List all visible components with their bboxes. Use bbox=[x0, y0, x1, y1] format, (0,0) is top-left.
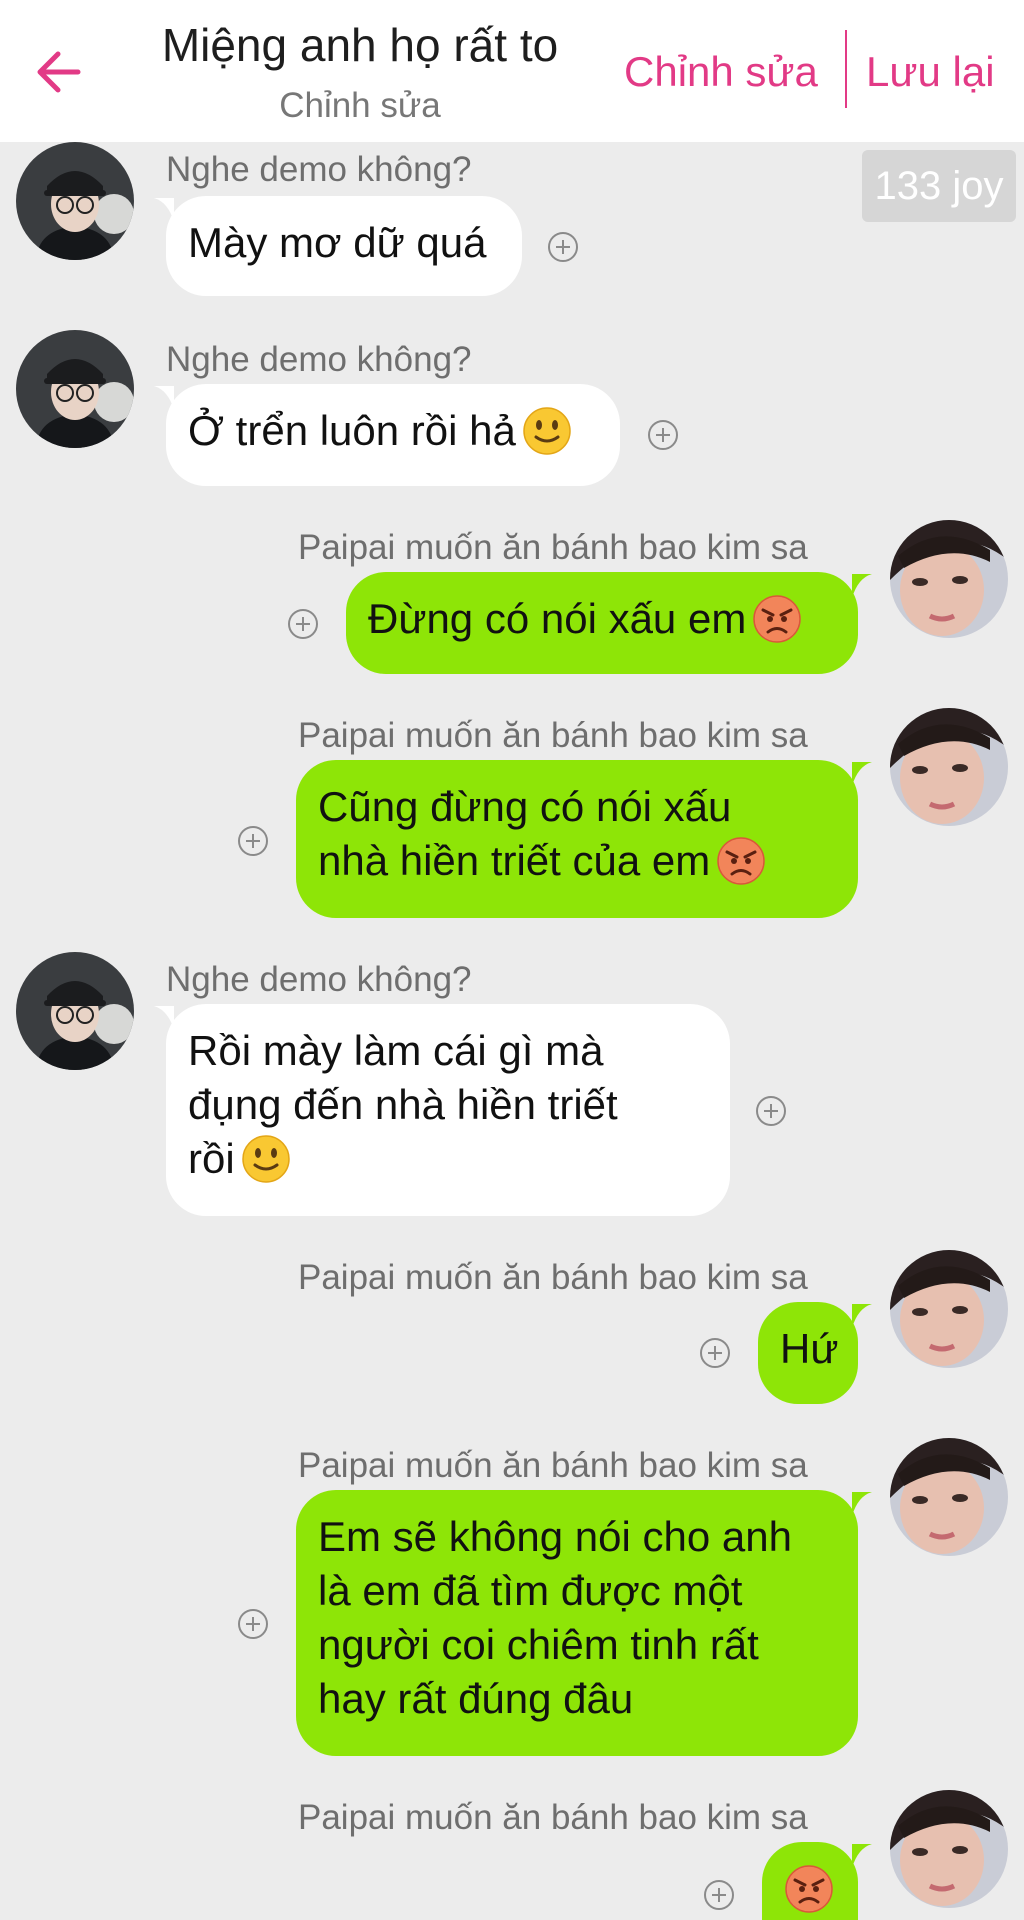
bubble-tail bbox=[852, 1304, 872, 1328]
message-text-line: Em sẽ không nói cho anh bbox=[318, 1513, 792, 1560]
slightly-smiling-face-icon bbox=[241, 1134, 291, 1184]
sender-name: Paipai muốn ăn bánh bao kim sa bbox=[298, 1258, 808, 1297]
add-reaction-icon[interactable] bbox=[754, 1094, 788, 1128]
message-bubble[interactable]: Hứ bbox=[758, 1302, 858, 1404]
angry-face-icon bbox=[716, 836, 766, 886]
message-text-line: Cũng đừng có nói xấu bbox=[318, 783, 732, 830]
sender-name: Nghe demo không? bbox=[166, 960, 472, 999]
sender-name: Paipai muốn ăn bánh bao kim sa bbox=[298, 1798, 808, 1837]
joy-count-badge: 133 joy bbox=[862, 150, 1016, 222]
message-text-line: hay rất đúng đâu bbox=[318, 1675, 634, 1722]
bubble-tail bbox=[852, 1492, 872, 1516]
slightly-smiling-face-icon bbox=[522, 406, 572, 456]
bubble-tail bbox=[852, 1844, 872, 1868]
my-avatar[interactable] bbox=[890, 1790, 1008, 1908]
message-text-line: là em đã tìm được một bbox=[318, 1567, 743, 1614]
message-bubble[interactable]: Cũng đừng có nói xấu nhà hiền triết của … bbox=[296, 760, 858, 918]
message-bubble[interactable]: Ở trển luôn rồi hả bbox=[166, 384, 620, 486]
sender-name: Paipai muốn ăn bánh bao kim sa bbox=[298, 1446, 808, 1485]
add-reaction-icon[interactable] bbox=[646, 418, 680, 452]
page-subtitle: Chỉnh sửa bbox=[279, 86, 441, 125]
message-bubble[interactable]: Rồi mày làm cái gì mà đụng đến nhà hiền … bbox=[166, 1004, 730, 1216]
sender-name: Nghe demo không? bbox=[166, 150, 472, 189]
sender-avatar[interactable] bbox=[16, 330, 134, 448]
top-bar: Miệng anh họ rất to Chỉnh sửa Chỉnh sửa … bbox=[0, 0, 1024, 142]
sender-avatar[interactable] bbox=[16, 952, 134, 1070]
add-reaction-icon[interactable] bbox=[546, 230, 580, 264]
add-reaction-icon[interactable] bbox=[236, 824, 270, 858]
sender-avatar[interactable] bbox=[16, 142, 134, 260]
message-bubble[interactable] bbox=[762, 1842, 858, 1920]
my-avatar[interactable] bbox=[890, 520, 1008, 638]
message-text: rồi bbox=[188, 1132, 708, 1186]
sender-name: Paipai muốn ăn bánh bao kim sa bbox=[298, 528, 808, 567]
message-text: Đừng có nói xấu em bbox=[368, 592, 836, 646]
save-button[interactable]: Lưu lại bbox=[866, 48, 995, 96]
message-text-line: Rồi mày làm cái gì mà bbox=[188, 1027, 604, 1074]
message-text-line: Đừng có nói xấu em bbox=[368, 595, 747, 642]
message-text-line: đụng đến nhà hiền triết bbox=[188, 1081, 618, 1128]
message-text: Ở trển luôn rồi hả bbox=[188, 404, 598, 458]
message-text: Hứ bbox=[780, 1325, 839, 1372]
angry-face-icon bbox=[752, 594, 802, 644]
bubble-tail bbox=[852, 762, 872, 786]
back-arrow-icon[interactable] bbox=[30, 42, 90, 102]
message-text: nhà hiền triết của em bbox=[318, 834, 836, 888]
my-avatar[interactable] bbox=[890, 1250, 1008, 1368]
message-text-line: nhà hiền triết của em bbox=[318, 837, 711, 884]
bubble-tail bbox=[852, 574, 872, 598]
add-reaction-icon[interactable] bbox=[698, 1336, 732, 1370]
message-text: Mày mơ dữ quá bbox=[188, 219, 487, 266]
add-reaction-icon[interactable] bbox=[286, 607, 320, 641]
add-reaction-icon[interactable] bbox=[236, 1607, 270, 1641]
page-title: Miệng anh họ rất to bbox=[161, 19, 559, 71]
header-divider bbox=[845, 30, 847, 108]
my-avatar[interactable] bbox=[890, 708, 1008, 826]
message-bubble[interactable]: Đừng có nói xấu em bbox=[346, 572, 858, 674]
add-reaction-icon[interactable] bbox=[702, 1878, 736, 1912]
message-bubble[interactable]: Mày mơ dữ quá bbox=[166, 196, 522, 296]
message-text-line: Ở trển luôn rồi hả bbox=[188, 407, 516, 454]
angry-face-icon bbox=[784, 1864, 834, 1914]
message-text-line: rồi bbox=[188, 1135, 235, 1182]
message-text-line: người coi chiêm tinh rất bbox=[318, 1621, 759, 1668]
edit-button[interactable]: Chỉnh sửa bbox=[624, 48, 818, 96]
my-avatar[interactable] bbox=[890, 1438, 1008, 1556]
sender-name: Paipai muốn ăn bánh bao kim sa bbox=[298, 716, 808, 755]
message-bubble[interactable]: Em sẽ không nói cho anh là em đã tìm đượ… bbox=[296, 1490, 858, 1756]
sender-name: Nghe demo không? bbox=[166, 340, 472, 379]
